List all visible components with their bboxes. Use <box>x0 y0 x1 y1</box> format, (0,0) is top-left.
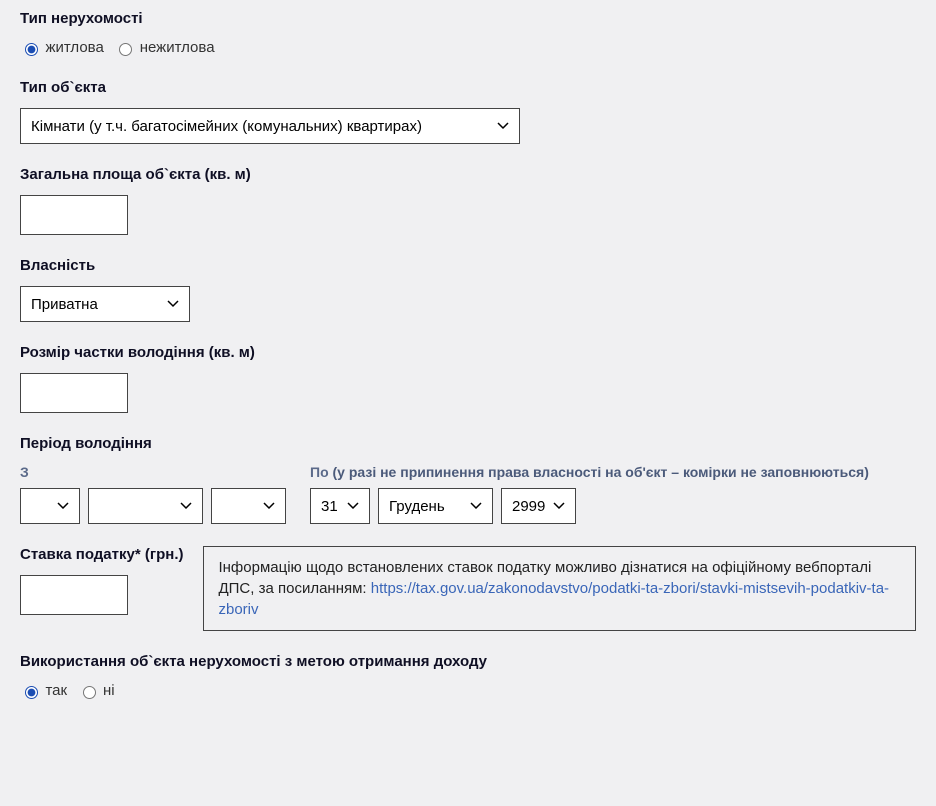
radio-income-no[interactable] <box>83 686 96 699</box>
tax-rate-input[interactable] <box>20 575 128 615</box>
radio-income-yes[interactable] <box>25 686 38 699</box>
period-label: Період володіння <box>20 435 916 452</box>
property-type-radios: житлова нежитлова <box>20 39 916 57</box>
income-use-group: Використання об`єкта нерухомості з метою… <box>20 653 916 700</box>
income-use-label: Використання об`єкта нерухомості з метою… <box>20 653 916 670</box>
period-to-label-word: По <box>310 464 329 480</box>
share-size-label: Розмір частки володіння (кв. м) <box>20 344 916 361</box>
total-area-input[interactable] <box>20 195 128 235</box>
property-type-label: Тип нерухомості <box>20 10 916 27</box>
share-size-input[interactable] <box>20 373 128 413</box>
radio-nonresidential-label[interactable]: нежитлова <box>140 39 215 56</box>
period-to-label: По (у разі не припинення права власності… <box>310 464 869 480</box>
period-to-col: По (у разі не припинення права власності… <box>310 464 869 524</box>
period-from-day[interactable] <box>20 488 80 524</box>
tax-rate-info-box: Інформацію щодо встановлених ставок пода… <box>203 546 916 631</box>
tax-rate-left: Ставка податку* (грн.) <box>20 546 183 615</box>
ownership-select[interactable]: Приватна <box>20 286 190 322</box>
period-to-selects: 31 Грудень 2999 <box>310 488 869 524</box>
radio-income-yes-label[interactable]: так <box>45 682 67 699</box>
period-from-year[interactable] <box>211 488 286 524</box>
object-type-select[interactable]: Кімнати (у т.ч. багатосімейних (комуналь… <box>20 108 520 144</box>
period-group: Період володіння З По (у разі не припине… <box>20 435 916 524</box>
property-type-group: Тип нерухомості житлова нежитлова <box>20 10 916 57</box>
radio-residential-label[interactable]: житлова <box>45 39 103 56</box>
share-size-group: Розмір частки володіння (кв. м) <box>20 344 916 413</box>
tax-form: Тип нерухомості житлова нежитлова Тип об… <box>0 0 936 716</box>
period-to-month[interactable]: Грудень <box>378 488 493 524</box>
ownership-label: Власність <box>20 257 916 274</box>
period-to-year[interactable]: 2999 <box>501 488 576 524</box>
tax-rate-row: Ставка податку* (грн.) Інформацію щодо в… <box>20 546 916 631</box>
period-from-month[interactable] <box>88 488 203 524</box>
radio-residential[interactable] <box>25 43 38 56</box>
period-from-selects <box>20 488 286 524</box>
object-type-group: Тип об`єкта Кімнати (у т.ч. багатосімейн… <box>20 79 916 144</box>
tax-rate-label: Ставка податку* (грн.) <box>20 546 183 563</box>
object-type-label: Тип об`єкта <box>20 79 916 96</box>
period-to-hint: (у разі не припинення права власності на… <box>333 464 869 480</box>
ownership-group: Власність Приватна <box>20 257 916 322</box>
period-row: З По (у разі не припинення права власнос… <box>20 464 916 524</box>
period-to-day[interactable]: 31 <box>310 488 370 524</box>
period-from-label: З <box>20 464 286 480</box>
total-area-group: Загальна площа об`єкта (кв. м) <box>20 166 916 235</box>
income-use-radios: так ні <box>20 682 916 700</box>
radio-nonresidential[interactable] <box>119 43 132 56</box>
period-from-col: З <box>20 464 286 524</box>
total-area-label: Загальна площа об`єкта (кв. м) <box>20 166 916 183</box>
radio-income-no-label[interactable]: ні <box>103 682 115 699</box>
